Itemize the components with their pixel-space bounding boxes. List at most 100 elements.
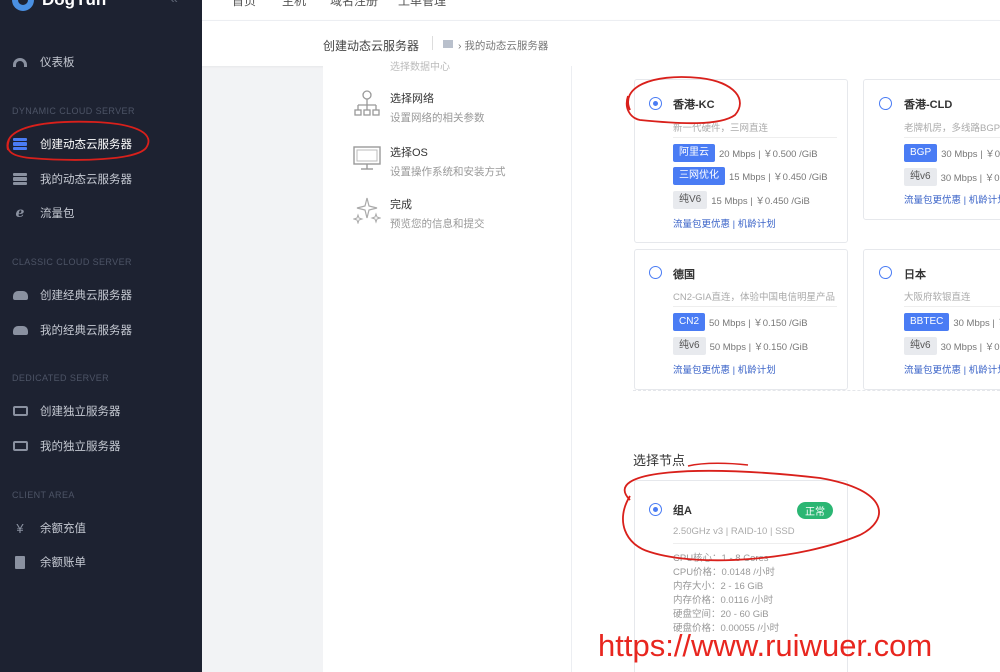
logo-icon — [12, 0, 34, 11]
step-desc: 设置网络的相关参数 — [390, 112, 485, 124]
line-tag: BBTEC — [904, 313, 950, 331]
topbar: 首页 主机 域名注册 工单管理 — [202, 0, 1000, 20]
sidebar-item-create-dynamic[interactable]: 创建动态云服务器 — [0, 127, 202, 161]
radio-node-group-a[interactable] — [649, 503, 662, 516]
region-desc: 老牌机房，多线路BGP优化 — [904, 123, 1000, 134]
region-card-hk-cld[interactable]: 香港-CLD 老牌机房，多线路BGP优化 BGP 30 Mbps | ￥0.2 … — [863, 79, 1000, 220]
top-nav-item[interactable]: 工单管理 — [398, 0, 446, 9]
step-os[interactable]: 选择OS 设置操作系统和安装方式 — [353, 144, 506, 179]
bandwidth-option[interactable]: 纯v6 30 Mbps | ￥0.2 — [904, 168, 1000, 186]
section-label: DEDICATED SERVER — [12, 373, 110, 383]
sidebar-item-label: 创建经典云服务器 — [40, 290, 132, 302]
sidebar-item-create-dedicated[interactable]: 创建独立服务器 — [0, 394, 202, 428]
line-tag: CN2 — [673, 313, 706, 331]
bandwidth-price: 20 Mbps | ￥0.500 /GiB — [719, 149, 818, 160]
brand[interactable]: DogYun — [12, 0, 106, 12]
node-detail: 硬盘空间：20 - 60 GiB — [673, 609, 769, 620]
card-divider — [904, 137, 1000, 138]
bandwidth-price: 50 Mbps | ￥0.150 /GiB — [709, 342, 809, 353]
network-icon — [354, 90, 380, 116]
monitor-icon — [353, 146, 381, 170]
sidebar-item-label: 流量包 — [40, 208, 75, 220]
promo-link[interactable]: 流量包更优惠 | 机龄计划 — [673, 216, 776, 230]
sidebar-item-label: 我的经典云服务器 — [40, 325, 132, 337]
sidebar-item-traffic[interactable]: e 流量包 — [0, 196, 202, 230]
region-card-hk-kc[interactable]: 香港-KC 新一代硬件，三网直连 阿里云 20 Mbps | ￥0.500 /G… — [634, 79, 848, 243]
node-detail: CPU价格：0.0148 /小时 — [673, 567, 775, 578]
bandwidth-price: 30 Mbps | ￥0.2 — [940, 173, 1000, 184]
bandwidth-option[interactable]: BGP 30 Mbps | ￥0.2 — [904, 144, 1000, 162]
server-icon — [13, 138, 27, 150]
sidebar-item-label: 余额账单 — [40, 557, 86, 569]
radio-japan[interactable] — [879, 266, 892, 279]
bandwidth-price: 15 Mbps | ￥0.450 /GiB — [711, 196, 810, 207]
line-tag: 纯v6 — [673, 337, 706, 355]
breadcrumb-divider — [432, 36, 433, 50]
line-tag: 阿里云 — [673, 144, 715, 162]
step-desc-cut: 选择数据中心 — [390, 62, 450, 73]
sidebar-item-label: 余额充值 — [40, 523, 86, 535]
section-label: DYNAMIC CLOUD SERVER — [12, 106, 135, 116]
sidebar-item-my-classic[interactable]: 我的经典云服务器 — [0, 313, 202, 347]
step-network[interactable]: 选择网络 设置网络的相关参数 — [353, 90, 485, 125]
promo-link[interactable]: 流量包更优惠 | 机龄计划 — [904, 192, 1000, 206]
bandwidth-option[interactable]: 阿里云 20 Mbps | ￥0.500 /GiB — [673, 144, 818, 162]
bandwidth-option[interactable]: CN2 50 Mbps | ￥0.150 /GiB — [673, 313, 808, 331]
sidebar-item-dashboard[interactable]: 仪表板 — [0, 45, 202, 79]
radio-germany[interactable] — [649, 266, 662, 279]
yen-icon: ¥ — [16, 520, 24, 536]
promo-link[interactable]: 流量包更优惠 | 机龄计划 — [904, 362, 1000, 376]
radio-hk-cld[interactable] — [879, 97, 892, 110]
step-desc: 设置操作系统和安装方式 — [390, 166, 506, 178]
region-card-germany[interactable]: 德国 CN2-GIA直连，体验中国电信明星产品 CN2 50 Mbps | ￥0… — [634, 249, 848, 390]
region-desc: CN2-GIA直连，体验中国电信明星产品 — [673, 292, 836, 303]
server-icon — [13, 173, 27, 185]
step-desc: 预览您的信息和提交 — [390, 218, 485, 230]
dedicated-server-icon — [12, 441, 28, 451]
sidebar-item-my-dedicated[interactable]: 我的独立服务器 — [0, 429, 202, 463]
top-nav-item[interactable]: 域名注册 — [330, 0, 378, 9]
page-title: 创建动态云服务器 — [323, 39, 420, 53]
sparkle-icon — [353, 197, 381, 224]
node-detail: CPU核心：1 - 8 Cores — [673, 553, 769, 564]
card-divider — [904, 306, 1000, 307]
node-spec: 2.50GHz v3 | RAID-10 | SSD — [673, 526, 795, 537]
region-desc: 大阪府软银直连 — [904, 292, 971, 303]
top-nav-item[interactable]: 主机 — [282, 0, 306, 9]
sidebar-item-create-classic[interactable]: 创建经典云服务器 — [0, 278, 202, 312]
promo-link[interactable]: 流量包更优惠 | 机龄计划 — [673, 362, 776, 376]
line-tag: 纯V6 — [673, 191, 708, 209]
bandwidth-price: 30 Mbps | ￥ — [953, 318, 1000, 329]
bandwidth-option[interactable]: 三网优化 15 Mbps | ￥0.450 /GiB — [673, 167, 828, 185]
bandwidth-option[interactable]: 纯v6 30 Mbps | ￥0.2 — [904, 337, 1000, 355]
radio-hk-kc[interactable] — [649, 97, 662, 110]
region-name: 日本 — [904, 269, 926, 281]
sidebar-item-recharge[interactable]: ¥ 余额充值 — [0, 511, 202, 545]
bandwidth-price: 15 Mbps | ￥0.450 /GiB — [729, 172, 828, 183]
sidebar-item-my-dynamic[interactable]: 我的动态云服务器 — [0, 162, 202, 196]
sidebar-item-bills[interactable]: 余额账单 — [0, 545, 202, 579]
bandwidth-option[interactable]: 纯V6 15 Mbps | ￥0.450 /GiB — [673, 191, 810, 209]
top-nav-item[interactable]: 首页 — [232, 0, 256, 9]
line-tag: 纯v6 — [904, 337, 937, 355]
step-done[interactable]: 完成 预览您的信息和提交 — [353, 196, 485, 231]
cloud-icon — [12, 290, 28, 300]
collapse-icon[interactable]: « — [170, 0, 178, 6]
sidebar-item-label: 我的动态云服务器 — [40, 174, 132, 186]
bandwidth-price: 50 Mbps | ￥0.150 /GiB — [709, 318, 808, 329]
sidebar: DogYun « 仪表板 DYNAMIC CLOUD SERVER 创建动态云服… — [0, 0, 202, 672]
node-detail: 内存价格：0.0116 /小时 — [673, 595, 774, 606]
line-tag: 纯v6 — [904, 168, 937, 186]
step-title: 选择网络 — [390, 93, 434, 105]
bandwidth-option[interactable]: 纯v6 50 Mbps | ￥0.150 /GiB — [673, 337, 808, 355]
breadcrumb-current[interactable]: › 我的动态云服务器 — [458, 38, 548, 53]
status-badge: 正常 — [797, 502, 833, 519]
region-name: 德国 — [673, 269, 695, 281]
region-card-japan[interactable]: 日本 大阪府软银直连 BBTEC 30 Mbps | ￥ 纯v6 30 Mbps… — [863, 249, 1000, 390]
card-divider — [673, 137, 837, 138]
section-label: CLASSIC CLOUD SERVER — [12, 257, 132, 267]
home-icon[interactable] — [443, 40, 453, 48]
bandwidth-option[interactable]: BBTEC 30 Mbps | ￥ — [904, 313, 1000, 331]
region-desc: 新一代硬件，三网直连 — [673, 123, 769, 134]
step-title: 选择OS — [390, 147, 428, 159]
